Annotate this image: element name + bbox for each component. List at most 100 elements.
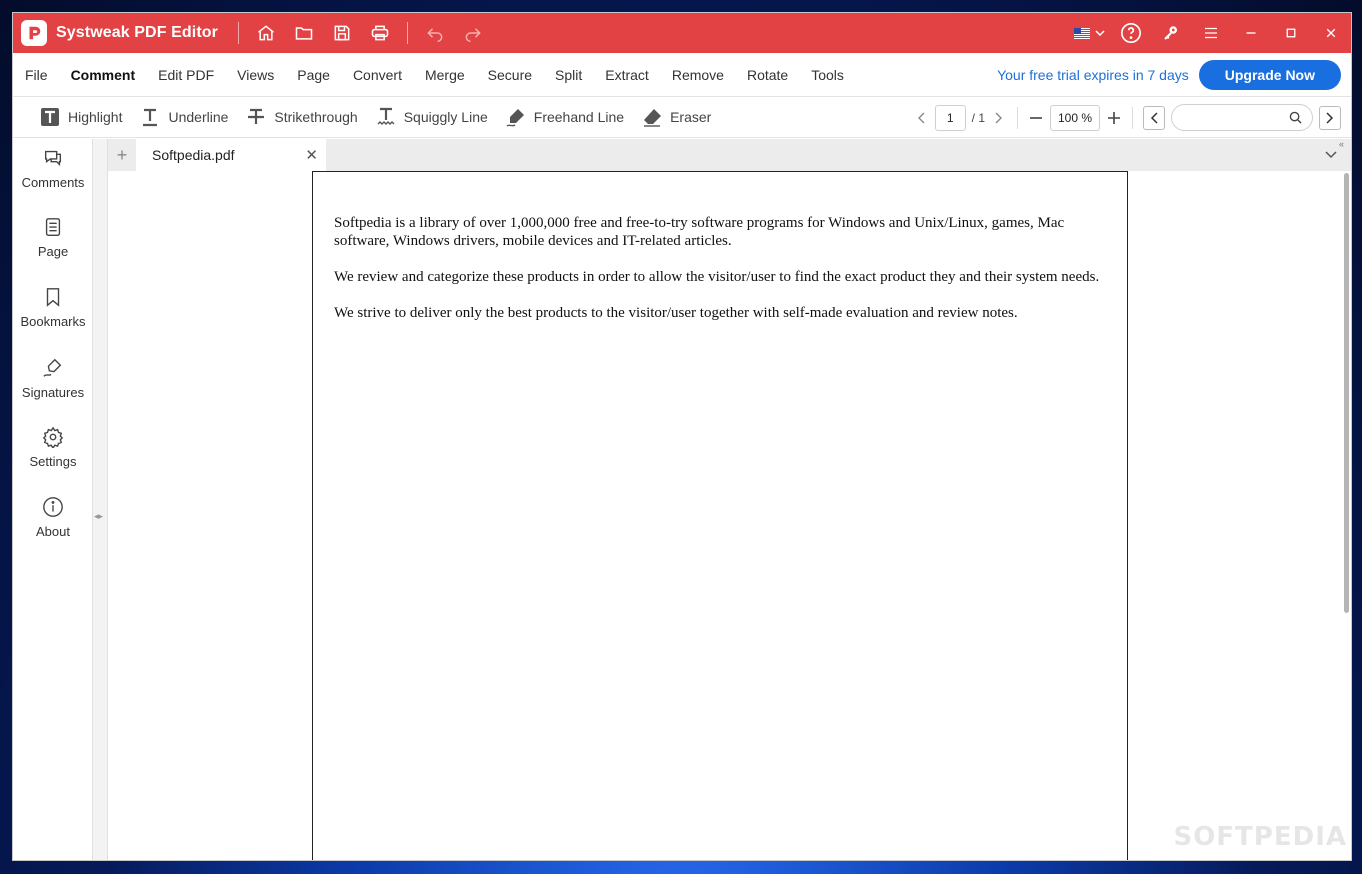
divider xyxy=(1132,106,1133,129)
key-icon[interactable] xyxy=(1151,13,1191,53)
upgrade-button[interactable]: Upgrade Now xyxy=(1198,60,1341,90)
squiggly-line-tool[interactable]: Squiggly Line xyxy=(376,107,488,127)
comments-icon xyxy=(44,150,62,167)
close-tab-icon[interactable]: ✕ xyxy=(305,146,318,164)
page-icon xyxy=(45,218,61,236)
search-icon xyxy=(1289,111,1302,124)
workspace: Comments Page Bookmarks Signatures Setti… xyxy=(13,139,1351,860)
tool-label: Freehand Line xyxy=(533,109,625,125)
sidebar-label: Settings xyxy=(29,454,77,469)
menu-file[interactable]: File xyxy=(13,67,59,83)
divider xyxy=(406,22,408,44)
chevron-down-icon xyxy=(1094,30,1105,36)
tool-label: Strikethrough xyxy=(274,109,358,125)
document-area: + Softpedia.pdf ✕ « Softpedia is a libra… xyxy=(108,139,1351,860)
open-folder-icon[interactable] xyxy=(285,13,323,53)
trial-notice[interactable]: Your free trial expires in 7 days xyxy=(997,67,1189,83)
sidebar-item-signatures[interactable]: Signatures xyxy=(13,357,93,400)
tab-softpedia-pdf[interactable]: Softpedia.pdf ✕ xyxy=(136,139,326,171)
strikethrough-tool[interactable]: Strikethrough xyxy=(246,107,358,127)
menu-edit-pdf[interactable]: Edit PDF xyxy=(147,67,226,83)
menu-bar: File Comment Edit PDF Views Page Convert… xyxy=(13,53,1351,97)
signature-icon xyxy=(43,358,62,377)
title-bar: Systweak PDF Editor xyxy=(13,13,1351,53)
menu-rotate[interactable]: Rotate xyxy=(735,67,799,83)
menu-remove[interactable]: Remove xyxy=(660,67,735,83)
eraser-tool[interactable]: Eraser xyxy=(642,107,711,127)
strikethrough-icon xyxy=(248,108,265,124)
menu-split[interactable]: Split xyxy=(544,67,594,83)
menu-tools[interactable]: Tools xyxy=(800,67,856,83)
chevron-left-icon xyxy=(1150,111,1158,124)
sidebar-item-about[interactable]: About xyxy=(13,496,93,539)
zoom-out-icon[interactable] xyxy=(1028,108,1044,128)
document-paragraph: Softpedia is a library of over 1,000,000… xyxy=(334,215,1065,249)
menu-comment[interactable]: Comment xyxy=(59,67,147,83)
next-page-icon[interactable] xyxy=(991,108,1007,128)
page-number-input[interactable]: 1 xyxy=(934,104,966,131)
divider xyxy=(237,22,239,44)
sidebar-item-settings[interactable]: Settings xyxy=(13,426,93,469)
pdf-viewer: Softpedia is a library of over 1,000,000… xyxy=(108,171,1351,860)
undo-icon[interactable] xyxy=(416,13,454,53)
menu-extract[interactable]: Extract xyxy=(594,67,661,83)
freehand-icon xyxy=(506,109,524,127)
sidebar-splitter[interactable]: ◂▸ xyxy=(93,139,108,860)
search-next-button[interactable] xyxy=(1319,105,1341,130)
save-icon[interactable] xyxy=(323,13,361,53)
us-flag-icon xyxy=(1073,27,1090,39)
search-prev-button[interactable] xyxy=(1143,105,1165,130)
tool-label: Squiggly Line xyxy=(403,109,488,125)
chevron-right-icon xyxy=(1326,111,1334,124)
pdf-page: Softpedia is a library of over 1,000,000… xyxy=(312,171,1128,860)
info-icon xyxy=(43,497,63,517)
tool-label: Underline xyxy=(168,109,229,125)
print-icon[interactable] xyxy=(361,13,399,53)
sidebar-label: Bookmarks xyxy=(20,314,86,329)
underline-icon xyxy=(143,108,158,127)
zoom-input[interactable]: 100 % xyxy=(1050,104,1100,131)
sidebar-label: Page xyxy=(37,244,69,259)
sidebar-label: Comments xyxy=(21,175,85,190)
sidebar-item-bookmarks[interactable]: Bookmarks xyxy=(13,286,93,329)
collapse-panel-icon[interactable]: « xyxy=(1339,139,1351,151)
title-bar-controls xyxy=(1067,13,1351,53)
tab-list-dropdown-icon[interactable] xyxy=(1325,146,1337,164)
menu-merge[interactable]: Merge xyxy=(413,67,476,83)
app-logo-icon xyxy=(21,20,47,46)
help-icon[interactable] xyxy=(1111,13,1151,53)
sidebar-label: Signatures xyxy=(21,385,85,400)
gear-icon xyxy=(42,426,64,448)
highlight-icon xyxy=(41,108,59,126)
menu-page[interactable]: Page xyxy=(286,67,342,83)
vertical-scrollbar[interactable] xyxy=(1344,173,1349,613)
freehand-line-tool[interactable]: Freehand Line xyxy=(506,107,624,127)
sidebar-item-page[interactable]: Page xyxy=(13,216,93,259)
bookmark-icon xyxy=(46,288,60,307)
prev-page-icon[interactable] xyxy=(913,108,929,128)
menu-convert[interactable]: Convert xyxy=(341,67,413,83)
divider xyxy=(1017,106,1018,129)
redo-icon[interactable] xyxy=(454,13,492,53)
document-paragraph: We review and categorize these products … xyxy=(334,269,1100,285)
squiggly-icon xyxy=(377,107,395,125)
tab-bar: + Softpedia.pdf ✕ « xyxy=(108,139,1351,171)
resize-handle-icon[interactable]: ◂▸ xyxy=(94,511,103,522)
menu-secure[interactable]: Secure xyxy=(476,67,543,83)
language-selector[interactable] xyxy=(1067,27,1111,39)
close-icon[interactable] xyxy=(1311,13,1351,53)
maximize-icon[interactable] xyxy=(1271,13,1311,53)
menu-icon[interactable] xyxy=(1191,13,1231,53)
search-input[interactable] xyxy=(1171,104,1313,131)
page-total: / 1 xyxy=(971,110,985,125)
tool-label: Highlight xyxy=(68,109,123,125)
new-tab-button[interactable]: + xyxy=(108,139,136,171)
zoom-in-icon[interactable] xyxy=(1106,108,1122,128)
menu-views[interactable]: Views xyxy=(226,67,286,83)
app-window: Systweak PDF Editor File Comment Edit PD… xyxy=(12,12,1352,861)
highlight-tool[interactable]: Highlight xyxy=(40,107,122,127)
minimize-icon[interactable] xyxy=(1231,13,1271,53)
underline-tool[interactable]: Underline xyxy=(140,107,228,127)
sidebar-item-comments[interactable]: Comments xyxy=(13,147,93,190)
home-icon[interactable] xyxy=(247,13,285,53)
